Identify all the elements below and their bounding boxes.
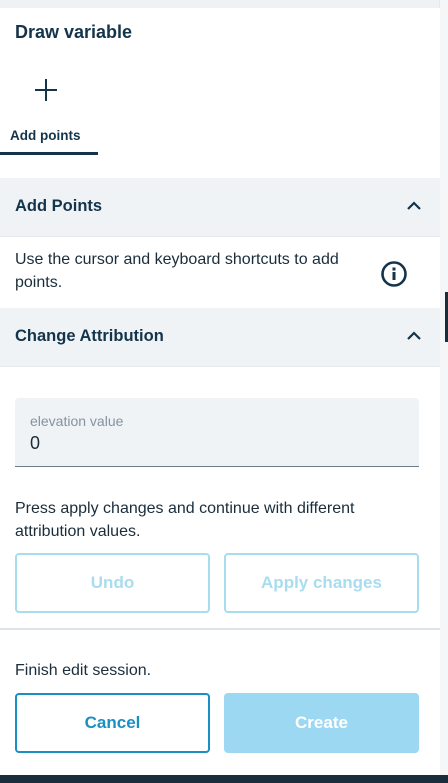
elevation-value-label: elevation value — [30, 413, 124, 429]
undo-button[interactable]: Undo — [15, 553, 210, 613]
chevron-up-icon[interactable] — [406, 328, 422, 344]
info-icon[interactable] — [380, 260, 408, 288]
bottom-bar — [0, 775, 448, 783]
elevation-value-field[interactable]: elevation value 0 — [15, 398, 419, 467]
change-attribution-section-header[interactable]: Change Attribution — [0, 308, 440, 366]
active-tool-indicator — [0, 152, 98, 155]
apply-changes-button[interactable]: Apply changes — [224, 553, 419, 613]
add-points-description: Use the cursor and keyboard shortcuts to… — [15, 251, 339, 291]
finish-edit-session-text: Finish edit session. — [15, 662, 152, 679]
create-button[interactable]: Create — [224, 693, 419, 753]
change-attribution-section-title: Change Attribution — [15, 327, 164, 345]
panel-title: Draw variable — [15, 22, 133, 42]
section-divider — [0, 236, 440, 237]
map-edge — [440, 0, 448, 775]
cancel-button[interactable]: Cancel — [15, 693, 210, 753]
plus-icon — [34, 78, 58, 102]
add-points-section-header[interactable]: Add Points — [0, 178, 440, 236]
add-points-tool[interactable]: Add points — [0, 70, 98, 156]
chevron-up-icon[interactable] — [406, 198, 422, 214]
add-points-section-title: Add Points — [15, 197, 103, 215]
section-divider — [0, 366, 440, 367]
footer-divider — [0, 628, 440, 630]
elevation-value-input[interactable]: 0 — [30, 433, 40, 454]
draw-variable-panel: Draw variable Add points Add Points Use … — [0, 8, 440, 775]
top-strip — [0, 0, 448, 8]
apply-changes-hint: Press apply changes and continue with di… — [15, 500, 355, 540]
add-points-tool-label: Add points — [10, 128, 81, 143]
